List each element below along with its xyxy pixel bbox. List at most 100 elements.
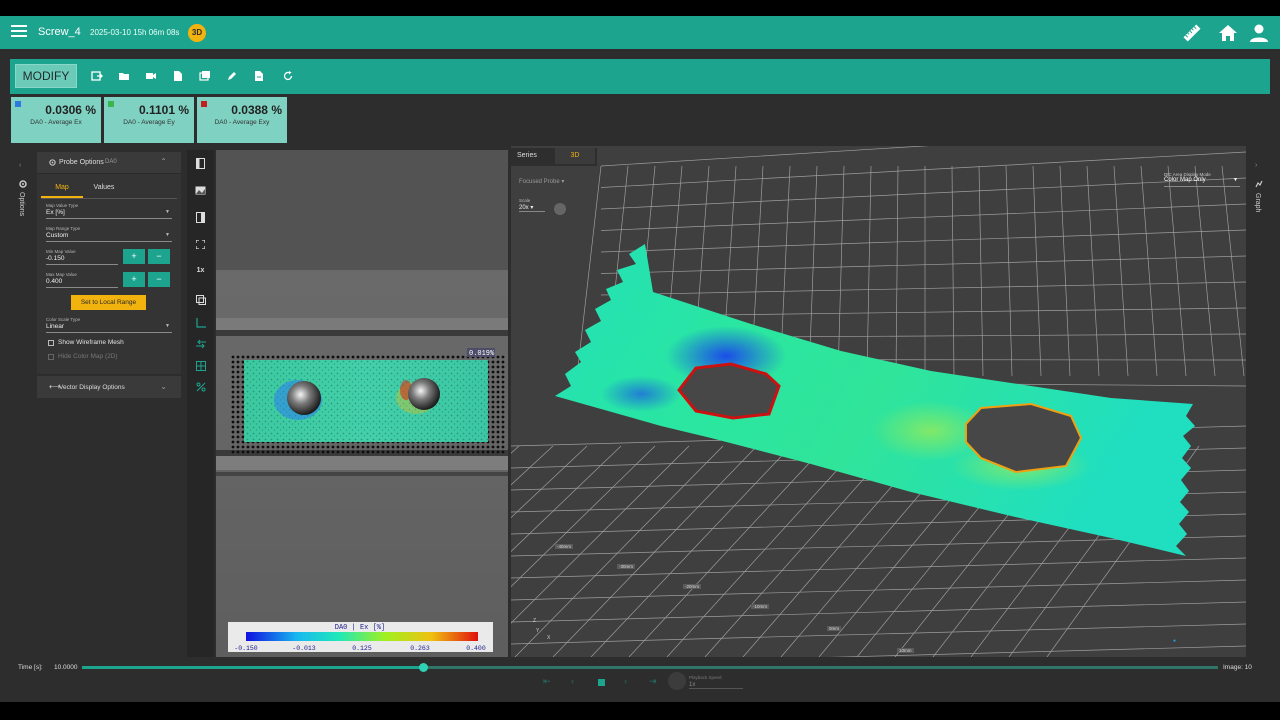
scale-label: Scale [519, 198, 531, 203]
series-swatch [201, 101, 207, 107]
project-title: Screw_4 [38, 26, 81, 38]
stat-card-exy[interactable]: 0.0388 % DA0 - Average Exy [197, 97, 287, 143]
focused-probe-label: Focused Probe [519, 179, 560, 185]
axis-tick: 0mm [827, 626, 841, 631]
display-mode-value: Color Map Only [1164, 177, 1206, 183]
axis-tick: -40mm [555, 544, 574, 549]
probe-readout: 0.019% [469, 350, 495, 358]
wireframe-checkbox[interactable] [48, 340, 54, 346]
stat-card-ex[interactable]: 0.0306 % DA0 - Average Ex [11, 97, 101, 143]
stat-card-ey[interactable]: 0.1101 % DA0 - Average Ey [104, 97, 194, 143]
dropdown-caret-icon: ▼ [165, 323, 170, 329]
max-decrease-button[interactable]: − [148, 272, 170, 287]
min-increase-button[interactable]: + [123, 249, 145, 264]
timeline-bar: Time [s]: 10.0000 Image: 10 ⇤ ‹ › ⇥ Play… [0, 657, 1280, 702]
graph-side-tab[interactable]: Graph [1254, 193, 1261, 212]
gear-icon[interactable] [19, 180, 27, 188]
timeline-track[interactable] [82, 663, 1218, 672]
home-icon[interactable] [1218, 23, 1238, 43]
probe-source: DA0 [105, 159, 117, 165]
color-legend: DA0 | Ex [%] -0.150 -0.013 0.125 0.263 0… [228, 622, 493, 652]
collapse-right-icon[interactable]: › [1255, 162, 1257, 169]
playback-speed-select[interactable]: 1x [689, 682, 743, 689]
legend-tick: 0.400 [466, 645, 486, 652]
panel-left-icon[interactable] [196, 158, 205, 169]
field-value[interactable]: 0.400 [46, 277, 118, 288]
3d-canvas: ● [511, 146, 1246, 657]
probe-icon [49, 159, 56, 166]
snapshot-icon[interactable] [196, 295, 206, 305]
menu-icon[interactable] [11, 25, 27, 39]
min-map-value-field[interactable]: Min Map Value -0.150 [46, 249, 118, 265]
tab-values[interactable]: Values [83, 182, 125, 198]
playback-speed-icon[interactable] [668, 672, 686, 690]
camera-icon[interactable] [145, 70, 157, 82]
scale-select[interactable]: 20x ▾ [519, 204, 545, 212]
graph-icon[interactable] [1255, 180, 1263, 188]
report-icon[interactable] [253, 70, 265, 82]
document-icon[interactable] [172, 70, 184, 82]
collapse-left-icon[interactable]: ‹ [19, 162, 21, 169]
series-swatch [108, 101, 114, 107]
skip-start-icon[interactable]: ⇤ [543, 676, 551, 687]
color-scale-type-select[interactable]: Color Scale Type Linear ▼ [46, 317, 172, 333]
image-viewer[interactable]: 0.019% DA0 | Ex [%] -0.150 -0.013 0.125 … [216, 150, 508, 657]
chevron-up-icon[interactable]: ⌃ [160, 157, 167, 166]
orientation-gizmo: ● [1173, 638, 1176, 644]
map-value-type-select[interactable]: Map Value Type Ex [%] ▼ [46, 203, 172, 219]
stat-label: DA0 - Average Exy [214, 119, 270, 126]
tab-series[interactable]: Series [517, 152, 537, 159]
axis-icon[interactable] [196, 318, 206, 328]
playback-speed-label: Playback Speed [689, 675, 722, 680]
image-icon[interactable] [195, 186, 206, 195]
chevron-down-icon[interactable]: ⌄ [160, 382, 167, 391]
stat-label: DA0 - Average Ey [123, 119, 175, 126]
field-value: Custom [46, 232, 69, 239]
set-local-range-button[interactable]: Set to Local Range [71, 295, 146, 310]
tab-3d[interactable]: 3D [555, 148, 595, 164]
display-mode-select[interactable]: DIC Area Display Mode Color Map Only ▼ [1164, 172, 1240, 187]
map-range-type-select[interactable]: Map Range Type Custom ▼ [46, 226, 172, 242]
gallery-icon[interactable] [199, 70, 211, 82]
vector-display-options-panel[interactable]: ⟷ Vector Display Options ⌄ [37, 374, 181, 398]
options-side-tab[interactable]: Options [18, 192, 25, 216]
zoom-level[interactable]: 1x [187, 267, 214, 289]
probe-options-header[interactable]: Probe Options DA0 ⌃ [37, 152, 181, 174]
timeline-scrubber[interactable] [418, 663, 428, 672]
focused-probe-select[interactable]: Focused Probe ▾ [519, 178, 564, 185]
step-back-icon[interactable]: ‹ [571, 676, 574, 686]
axis-tick: -10mm [751, 604, 770, 609]
axis-letter-x: X [547, 635, 551, 641]
stop-icon[interactable] [598, 679, 605, 686]
stat-value: 0.0388 % [231, 103, 282, 117]
tab-map[interactable]: Map [41, 182, 83, 198]
axis-letter-z: Z [533, 618, 537, 624]
dropdown-caret-icon: ▼ [165, 232, 170, 238]
ruler-icon[interactable] [1182, 23, 1202, 43]
axis-tick: -30mm [617, 564, 636, 569]
hide-colormap-checkbox[interactable] [48, 354, 54, 360]
step-forward-icon[interactable]: › [624, 676, 627, 686]
mode-badge[interactable]: 3D [188, 24, 206, 42]
stat-value: 0.1101 % [138, 103, 189, 117]
mesh-icon[interactable] [196, 361, 206, 371]
export-icon[interactable] [91, 70, 103, 82]
folder-icon[interactable] [118, 70, 130, 82]
max-increase-button[interactable]: + [123, 272, 145, 287]
vector-icon[interactable] [196, 339, 206, 349]
edit-icon[interactable] [226, 70, 238, 82]
3d-view[interactable]: ● Series 3D Focused Probe ▾ Scale 20x ▾ … [511, 146, 1246, 657]
timeline-progress [82, 666, 423, 669]
scale-value: 20x [519, 205, 529, 211]
percent-icon[interactable] [196, 382, 206, 392]
min-decrease-button[interactable]: − [148, 249, 170, 264]
field-value[interactable]: -0.150 [46, 254, 118, 265]
fit-screen-icon[interactable] [196, 240, 205, 249]
modify-button[interactable]: MODIFY [15, 64, 77, 88]
refresh-icon[interactable] [282, 70, 294, 82]
panel-right-icon[interactable] [196, 212, 205, 223]
scale-toggle[interactable] [554, 203, 566, 215]
skip-end-icon[interactable]: ⇥ [649, 676, 657, 687]
max-map-value-field[interactable]: Max Map Value 0.400 [46, 272, 118, 288]
user-icon[interactable] [1249, 23, 1269, 43]
